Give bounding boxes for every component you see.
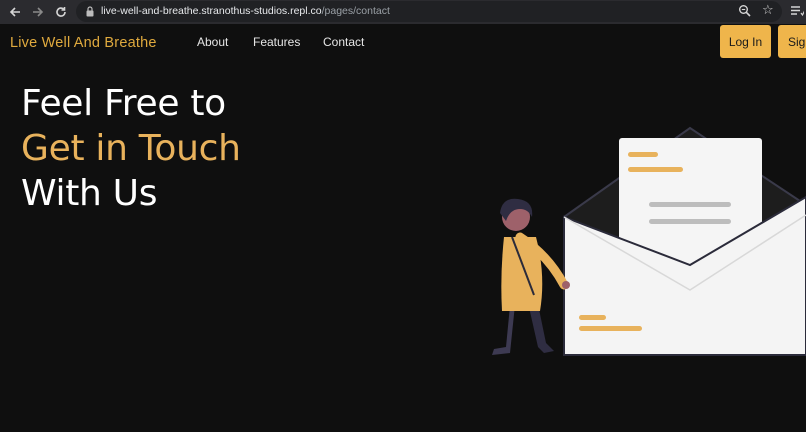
star-icon[interactable]: ☆ bbox=[762, 3, 774, 18]
signup-button[interactable]: Sign Up bbox=[778, 25, 806, 58]
arrow-left-icon bbox=[9, 7, 20, 17]
nav-features-link[interactable]: Features bbox=[253, 35, 300, 49]
hero-heading-line-3: With Us bbox=[21, 173, 158, 214]
magnifier-icon[interactable] bbox=[738, 4, 752, 18]
reload-button[interactable] bbox=[50, 0, 72, 24]
login-button[interactable]: Log In bbox=[720, 25, 771, 58]
arrow-right-icon bbox=[33, 7, 44, 17]
url-text: live-well-and-breathe.stranothus-studios… bbox=[101, 5, 390, 17]
site-header: Live Well And Breathe About Features Con… bbox=[0, 24, 806, 60]
contact-envelope-illustration bbox=[492, 126, 806, 356]
nav-about-link[interactable]: About bbox=[197, 35, 228, 49]
url-host: live-well-and-breathe.stranothus-studios… bbox=[101, 5, 322, 17]
person-figure bbox=[492, 198, 570, 355]
hero-heading-line-1: Feel Free to bbox=[21, 83, 226, 124]
browser-toolbar: live-well-and-breathe.stranothus-studios… bbox=[0, 0, 806, 24]
hero-heading-line-2: Get in Touch bbox=[21, 128, 241, 169]
list-menu-icon[interactable] bbox=[790, 4, 804, 18]
lock-icon bbox=[86, 6, 94, 17]
back-button[interactable] bbox=[4, 0, 26, 24]
reload-icon bbox=[56, 7, 66, 17]
url-path: /pages/contact bbox=[321, 5, 390, 17]
brand-logo[interactable]: Live Well And Breathe bbox=[10, 35, 157, 51]
nav-contact-link[interactable]: Contact bbox=[323, 35, 364, 49]
address-bar[interactable]: live-well-and-breathe.stranothus-studios… bbox=[76, 1, 782, 22]
forward-button[interactable] bbox=[27, 0, 49, 24]
